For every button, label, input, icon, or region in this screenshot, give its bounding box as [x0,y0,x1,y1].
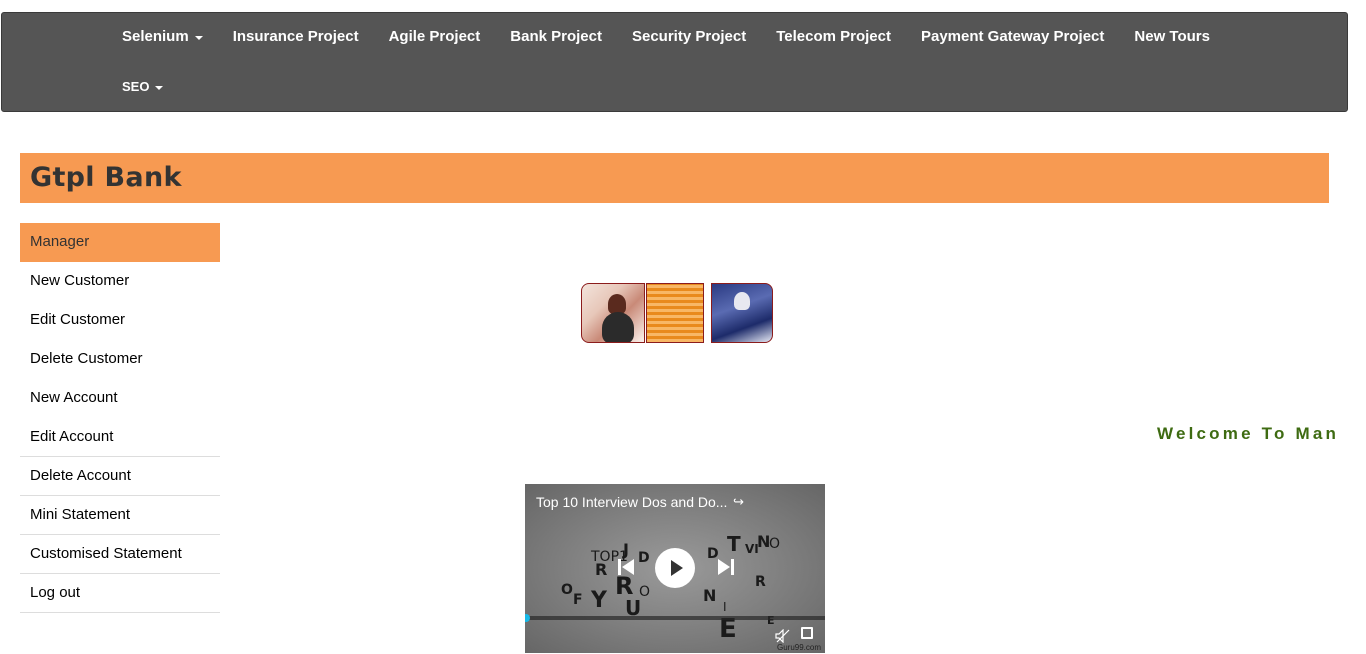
nav-agile-project[interactable]: Agile Project [389,28,481,45]
play-button[interactable] [655,548,695,588]
video-letter: I [723,600,727,614]
top-navbar: Selenium Insurance Project Agile Project… [1,12,1348,112]
person-head [734,292,750,310]
navbar-row-2: SEO [122,79,193,94]
nav-insurance-project[interactable]: Insurance Project [233,28,359,45]
welcome-marquee: Welcome To Man [1157,424,1340,443]
hero-image-phone-call [581,283,645,343]
sidebar-item-new-customer[interactable]: New Customer [20,262,220,301]
video-letter: O [639,584,651,600]
video-letter: R [595,560,608,579]
nav-payment-gateway-project[interactable]: Payment Gateway Project [921,28,1104,45]
previous-icon[interactable] [618,558,634,581]
video-letter: F [573,592,583,608]
sidebar-item-delete-customer[interactable]: Delete Customer [20,340,220,379]
site-title: Gtpl Bank [30,162,182,193]
nav-selenium[interactable]: Selenium [122,28,203,45]
next-icon[interactable] [718,558,734,581]
video-progress-bar[interactable] [525,614,825,622]
sidebar-item-delete-account[interactable]: Delete Account [20,457,220,496]
sidebar-item-edit-customer[interactable]: Edit Customer [20,301,220,340]
video-letter: N [703,586,717,605]
video-letter: T [727,532,741,556]
video-letter: O [561,582,573,598]
nav-seo-label: SEO [122,79,150,94]
nav-seo[interactable]: SEO [122,79,164,94]
video-player[interactable]: TOP1 J D R R O F Y U O D T VI N O R N I … [525,484,825,653]
sidebar-menu: Manager New Customer Edit Customer Delet… [20,223,220,613]
sidebar-item-manager[interactable]: Manager [20,223,220,262]
video-letter: O [769,536,781,552]
person-body [602,312,634,342]
fullscreen-icon[interactable] [801,627,813,639]
video-letter: Y [591,588,607,613]
nav-telecom-project[interactable]: Telecom Project [776,28,891,45]
video-letter: R [755,574,766,590]
progress-scrubber[interactable] [525,614,530,622]
sidebar-item-edit-account[interactable]: Edit Account [20,418,220,457]
caret-down-icon [194,35,203,40]
nav-new-tours[interactable]: New Tours [1134,28,1210,45]
sidebar-item-customised-statement[interactable]: Customised Statement [20,535,220,574]
video-letter: D [638,550,650,566]
sidebar-item-log-out[interactable]: Log out [20,574,220,613]
bank-hero-images [581,283,773,344]
video-title[interactable]: Top 10 Interview Dos and Do... [536,494,727,510]
nav-security-project[interactable]: Security Project [632,28,746,45]
person-head [608,294,626,314]
hero-image-office [711,283,773,343]
video-letter: J [623,540,629,559]
nav-selenium-label: Selenium [122,28,189,45]
site-banner: Gtpl Bank [20,153,1329,203]
share-icon[interactable]: ↪ [733,494,744,510]
hero-image-coins [646,283,704,343]
caret-down-icon [155,85,164,90]
sidebar-item-new-account[interactable]: New Account [20,379,220,418]
navbar-row-1: Selenium Insurance Project Agile Project… [122,28,1240,45]
nav-bank-project[interactable]: Bank Project [510,28,602,45]
video-letter: D [707,546,719,562]
video-watermark: Guru99.com [777,643,822,652]
sidebar-item-mini-statement[interactable]: Mini Statement [20,496,220,535]
